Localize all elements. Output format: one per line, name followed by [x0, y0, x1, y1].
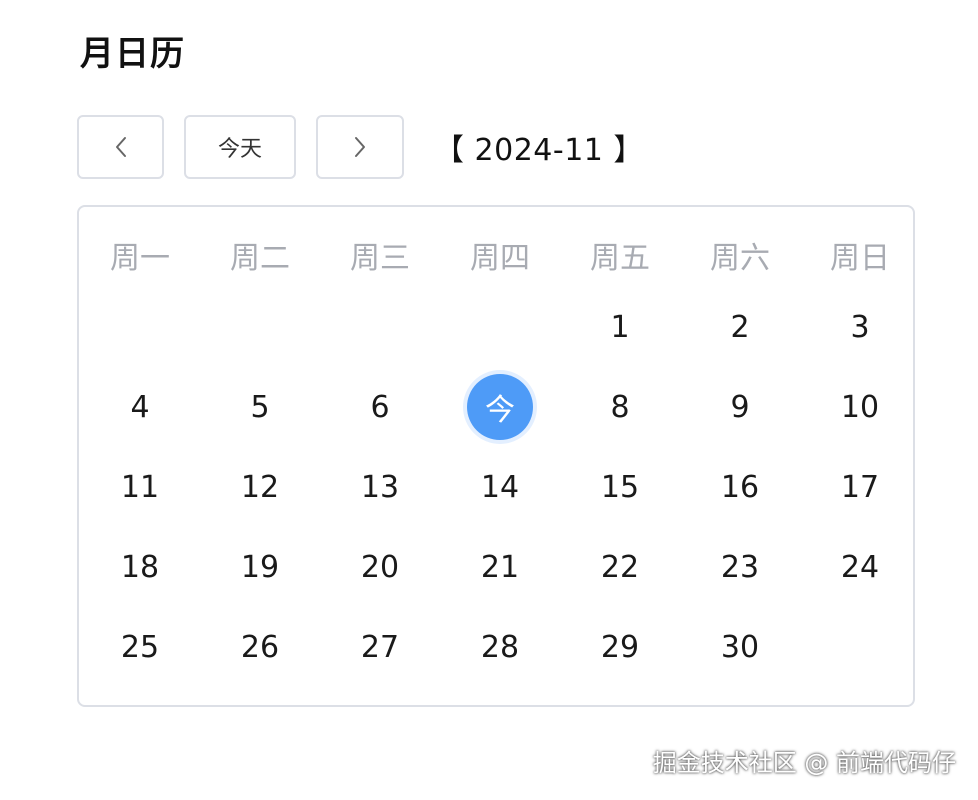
weekday-label: 周五: [590, 241, 650, 276]
day-cell[interactable]: 6: [320, 367, 440, 447]
day-cell[interactable]: 20: [320, 527, 440, 607]
day-cell[interactable]: 23: [680, 527, 800, 607]
day-cell[interactable]: 28: [440, 607, 560, 687]
weekday-header: 周一 周二 周三 周四 周五 周六 周日: [79, 237, 914, 281]
day-cell[interactable]: 15: [560, 447, 680, 527]
chevron-right-icon: [353, 135, 367, 159]
weekday-label: 周三: [350, 241, 410, 276]
weekday-label: 周六: [710, 241, 770, 276]
day-cell[interactable]: 4: [80, 367, 200, 447]
weekday-label: 周四: [470, 241, 530, 276]
watermark: 掘金技术社区 @ 前端代码仔: [652, 749, 956, 777]
day-grid: 1 2 3 4 5 6 今 8 9 10 11 12 13 14 15 16 17 18 19 20 21 22 23 24 2…: [79, 287, 920, 687]
next-month-button[interactable]: [316, 115, 404, 179]
empty-day-cell: [440, 287, 560, 367]
day-cell[interactable]: 3: [800, 287, 920, 367]
current-month-label: 【 2024-11 】: [434, 133, 644, 168]
empty-day-cell: [320, 287, 440, 367]
weekday-label: 周日: [830, 241, 890, 276]
day-cell[interactable]: 8: [560, 367, 680, 447]
day-cell[interactable]: 14: [440, 447, 560, 527]
today-badge: 今: [467, 374, 533, 440]
day-cell[interactable]: 16: [680, 447, 800, 527]
weekday-label: 周二: [230, 241, 290, 276]
prev-month-button[interactable]: [77, 115, 164, 179]
day-cell[interactable]: 10: [800, 367, 920, 447]
day-cell[interactable]: 22: [560, 527, 680, 607]
empty-day-cell: [200, 287, 320, 367]
day-cell[interactable]: 26: [200, 607, 320, 687]
page-title: 月日历: [80, 34, 185, 74]
weekday-label: 周一: [110, 241, 170, 276]
month-calendar: 周一 周二 周三 周四 周五 周六 周日 1 2 3 4 5 6 今 8 9 10 11 12 13 14…: [77, 205, 915, 707]
day-cell[interactable]: 21: [440, 527, 560, 607]
day-cell[interactable]: 1: [560, 287, 680, 367]
calendar-page: 月日历 今天 【 2024-11 】 周一 周二 周三 周四 周五 周六 周日 …: [0, 0, 978, 800]
day-cell[interactable]: 29: [560, 607, 680, 687]
calendar-toolbar: 今天 【 2024-11 】: [77, 115, 644, 179]
day-cell[interactable]: 24: [800, 527, 920, 607]
day-cell[interactable]: 5: [200, 367, 320, 447]
day-cell[interactable]: 12: [200, 447, 320, 527]
day-cell[interactable]: 17: [800, 447, 920, 527]
day-cell[interactable]: 30: [680, 607, 800, 687]
day-cell[interactable]: 18: [80, 527, 200, 607]
day-cell[interactable]: 27: [320, 607, 440, 687]
day-cell[interactable]: 9: [680, 367, 800, 447]
today-button[interactable]: 今天: [184, 115, 296, 179]
chevron-left-icon: [114, 135, 128, 159]
day-cell[interactable]: 2: [680, 287, 800, 367]
empty-day-cell: [800, 607, 920, 687]
day-cell[interactable]: 11: [80, 447, 200, 527]
day-cell-today[interactable]: 今: [440, 367, 560, 447]
day-cell[interactable]: 13: [320, 447, 440, 527]
empty-day-cell: [80, 287, 200, 367]
day-cell[interactable]: 25: [80, 607, 200, 687]
day-cell[interactable]: 19: [200, 527, 320, 607]
